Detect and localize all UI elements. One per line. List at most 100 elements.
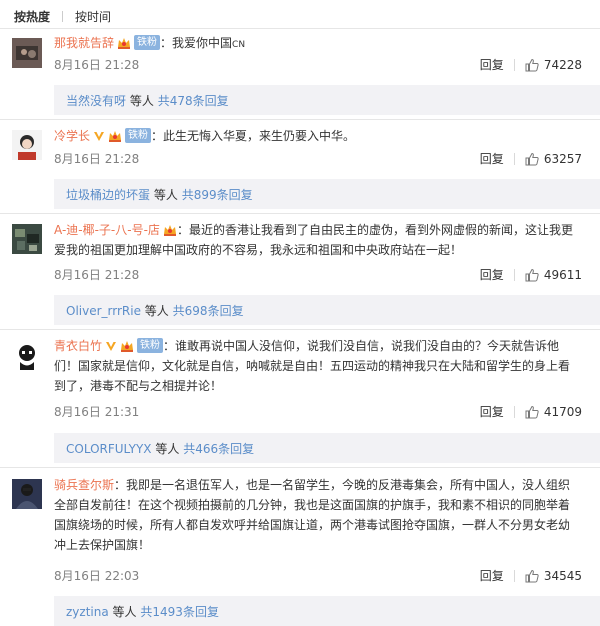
comment-time: 8月16日 21:28 <box>54 268 140 282</box>
reply-button[interactable]: 回复 <box>480 403 504 420</box>
like-button[interactable]: 34545 <box>525 569 582 583</box>
comment-content-line: 国旗绕场的时候，所有人都自发欢呼并给国旗让道，两个港毒试图抢夺国旗，一群人不分男… <box>54 518 571 532</box>
reply-count-suffix: 条回复 <box>207 304 244 318</box>
crown-icon <box>163 224 176 236</box>
colon: ： <box>163 339 176 353</box>
comment-content-line: 谁敢再说中国人没信仰，说我们没自信，说我们没自由的？今天就告诉他 <box>175 339 560 353</box>
comment-content-suffix: CN <box>232 40 246 50</box>
comment-username[interactable]: A-迪-椰-子-八-号-店 <box>54 223 160 237</box>
like-count: 41709 <box>543 404 582 419</box>
reply-count-prefix: 共 <box>172 304 185 318</box>
comment-actions: 回复 41709 <box>480 403 582 420</box>
reply-count-link[interactable]: 共466条回复 <box>183 442 254 456</box>
reply-button[interactable]: 回复 <box>480 150 504 167</box>
reply-summary[interactable]: Oliver_rrrRie 等人 共698条回复 <box>54 295 600 325</box>
reply-username[interactable]: 当然没有呀 <box>66 94 126 108</box>
colon: ： <box>176 223 189 237</box>
action-divider <box>513 58 515 71</box>
comment-actions: 回复 63257 <box>480 150 582 167</box>
avatar[interactable] <box>12 224 42 254</box>
comment-text: 冷学长 铁粉 ：此生无悔入华夏，来生仍要入中华。 <box>54 126 582 146</box>
thumbs-up-icon <box>525 268 539 281</box>
comment-username[interactable]: 骑兵查尔斯 <box>54 478 114 492</box>
reply-summary[interactable]: 垃圾桶边的坏蛋 等人 共899条回复 <box>54 179 600 209</box>
reply-others-text: 等人 <box>144 304 169 318</box>
comment-text: 青衣白竹 铁粉 ：谁敢再说中国人没信仰，说我们没自信，说我们没自由的？今天就告诉他 … <box>54 336 582 396</box>
reply-count-suffix: 条回复 <box>182 605 219 619</box>
avatar[interactable] <box>12 130 42 160</box>
reply-username[interactable]: 垃圾桶边的坏蛋 <box>66 188 150 202</box>
comment-username[interactable]: 青衣白竹 <box>54 339 102 353</box>
comment-content: 此生无悔入华夏，来生仍要入中华。 <box>163 129 356 143</box>
like-button[interactable]: 74228 <box>525 58 582 72</box>
reply-count-prefix: 共 <box>183 442 196 456</box>
reply-summary[interactable]: COLORFULYYX 等人 共466条回复 <box>54 433 600 463</box>
comment-divider <box>0 119 600 120</box>
reply-summary[interactable]: zyztina 等人 共1493条回复 <box>54 596 600 626</box>
comment-time: 8月16日 21:28 <box>54 152 140 166</box>
crown-icon <box>121 340 134 352</box>
reply-count-prefix: 共 <box>140 605 153 619</box>
action-divider <box>513 152 515 165</box>
tab-sort-by-time[interactable]: 按时间 <box>75 8 111 25</box>
reply-others-text: 等人 <box>129 94 154 108</box>
comment-divider <box>0 467 600 468</box>
header-divider <box>0 28 600 29</box>
reply-count-link[interactable]: 共698条回复 <box>173 304 244 318</box>
sort-tabs: 按热度 按时间 <box>14 7 111 25</box>
comment-content-line: 们！国家就是信仰，文化就是自信，呐喊就是自由！五四运动的精神我只在大陆和留学生的… <box>54 359 571 373</box>
reply-others-text: 等人 <box>112 605 137 619</box>
reply-summary[interactable]: 当然没有呀 等人 共478条回复 <box>54 85 600 115</box>
comment-content-line: 爱我的祖国更加理解中国政府的不容易，我永远和祖国和中央政府站在一起！ <box>54 243 463 257</box>
comment-time: 8月16日 21:28 <box>54 58 140 72</box>
verified-v-icon <box>94 131 105 141</box>
like-button[interactable]: 41709 <box>525 405 582 419</box>
like-button[interactable]: 49611 <box>525 268 582 282</box>
thumbs-up-icon <box>525 152 539 165</box>
comment-content-line: 我即是一名退伍军人，也是一名留学生，今晚的反港毒集会，所有中国人，没人组织 <box>126 478 571 492</box>
thumbs-up-icon <box>525 405 539 418</box>
comment-content: 我爱你中国 <box>172 36 233 50</box>
reply-button[interactable]: 回复 <box>480 56 504 73</box>
reply-count-link[interactable]: 共899条回复 <box>182 188 253 202</box>
crown-icon <box>118 37 131 49</box>
fan-badge[interactable]: 铁粉 <box>137 338 164 353</box>
reply-username[interactable]: COLORFULYYX <box>66 442 152 456</box>
reply-others-text: 等人 <box>155 442 180 456</box>
colon: ： <box>160 36 173 50</box>
tab-divider <box>62 10 64 22</box>
comment-divider <box>0 329 600 330</box>
like-button[interactable]: 63257 <box>525 152 582 166</box>
like-count: 34545 <box>543 568 582 583</box>
like-count: 63257 <box>543 151 582 166</box>
reply-button[interactable]: 回复 <box>480 567 504 584</box>
fan-badge[interactable]: 铁粉 <box>134 35 161 50</box>
comment-username[interactable]: 冷学长 <box>54 129 90 143</box>
reply-count-suffix: 条回复 <box>192 94 229 108</box>
comment-username[interactable]: 那我就告辞 <box>54 36 114 50</box>
avatar[interactable] <box>12 479 42 509</box>
reply-count: 1493 <box>152 605 183 619</box>
comment-text: 骑兵查尔斯：我即是一名退伍军人，也是一名留学生，今晚的反港毒集会，所有中国人，没… <box>54 475 582 555</box>
reply-username[interactable]: Oliver_rrrRie <box>66 304 141 318</box>
avatar[interactable] <box>12 340 42 370</box>
comment-text: A-迪-椰-子-八-号-店 ：最近的香港让我看到了自由民主的虚伪，看到外网虚假的新… <box>54 220 582 260</box>
reply-count-link[interactable]: 共1493条回复 <box>140 605 219 619</box>
action-divider <box>513 405 515 418</box>
reply-username[interactable]: zyztina <box>66 605 109 619</box>
reply-button[interactable]: 回复 <box>480 266 504 283</box>
reply-others-text: 等人 <box>153 188 178 202</box>
like-count: 49611 <box>543 267 582 282</box>
reply-count-prefix: 共 <box>181 188 194 202</box>
comment-content-line: 全部自发前往！在这个视频拍摄前的几分钟，我也是这面国旗的护旗手，我和素不相识的同… <box>54 498 571 512</box>
fan-badge[interactable]: 铁粉 <box>125 128 152 143</box>
avatar[interactable] <box>12 38 42 68</box>
reply-count: 478 <box>169 94 193 108</box>
comment-actions: 回复 74228 <box>480 56 582 73</box>
comment-content-line: 最近的香港让我看到了自由民主的虚伪，看到外网虚假的新闻，这让我更 <box>188 223 573 237</box>
comment-divider <box>0 213 600 214</box>
reply-count-link[interactable]: 共478条回复 <box>158 94 229 108</box>
tab-sort-by-hot[interactable]: 按热度 <box>14 8 50 25</box>
comment-actions: 回复 34545 <box>480 567 582 584</box>
colon: ： <box>151 129 164 143</box>
